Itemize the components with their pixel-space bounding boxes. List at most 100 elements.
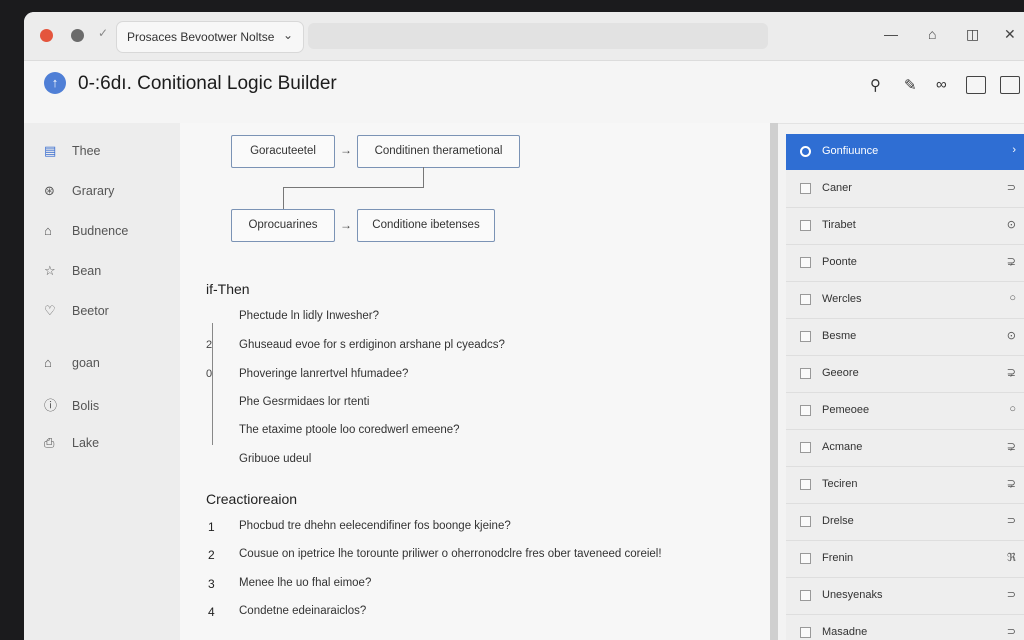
checkbox[interactable] — [800, 479, 811, 490]
item-action-icon[interactable]: ⊋ — [1007, 255, 1016, 268]
sidebar-item-lake[interactable]: ⎙ Lake — [44, 435, 99, 457]
creation-step[interactable]: Condetne edeinaraiclos? — [239, 605, 366, 617]
panel-item[interactable]: Masadne ⊃ — [786, 615, 1024, 640]
checkbox[interactable] — [800, 183, 811, 194]
edit-icon[interactable]: ✎ — [904, 76, 917, 94]
item-action-icon[interactable]: ⊙ — [1007, 218, 1016, 231]
panel-item[interactable]: Caner ⊃ — [786, 171, 1024, 208]
sidebar-item-bolis[interactable]: ⓘ Bolis — [44, 395, 99, 417]
nav-chevron-icon[interactable]: ✓ — [98, 26, 108, 40]
radio-icon — [800, 146, 811, 157]
link-icon[interactable]: ∞ — [936, 76, 947, 93]
panel-item[interactable]: Unesyenaks ⊃ — [786, 578, 1024, 615]
panel-item[interactable]: Teciren ⊋ — [786, 467, 1024, 504]
panel-item-label: Besme — [822, 330, 857, 342]
checkbox[interactable] — [800, 257, 811, 268]
item-action-icon[interactable]: ⊋ — [1007, 440, 1016, 453]
close-icon[interactable]: ✕ — [1004, 26, 1016, 43]
chevron-down-icon[interactable]: ⌄ — [283, 28, 293, 42]
panel-item[interactable]: Pemeoee ○ — [786, 393, 1024, 430]
panel-item[interactable]: Wercles ○ — [786, 282, 1024, 319]
panel-item[interactable]: Besme ⊙ — [786, 319, 1024, 356]
checkbox[interactable] — [800, 442, 811, 453]
sidebar-item-label: Budnence — [72, 224, 129, 238]
bookmark-icon: ▤ — [44, 143, 57, 158]
checkbox[interactable] — [800, 627, 811, 638]
if-then-step[interactable]: The etaxime ptoole loo coredwerl emeene? — [239, 424, 460, 436]
panel-item[interactable]: Frenin ℜ — [786, 541, 1024, 578]
minimize-icon[interactable]: — — [884, 26, 898, 42]
sidebar-item-budnence[interactable]: ⌂ Budnence — [44, 223, 128, 245]
panel-item-label: Teciren — [822, 478, 858, 490]
sidebar-item-label: Lake — [72, 436, 100, 450]
minimize-window-button[interactable] — [71, 29, 84, 42]
item-action-icon[interactable]: ○ — [1009, 292, 1016, 304]
main-content — [180, 123, 770, 640]
sidebar-item-bean[interactable]: ☆ Bean — [44, 263, 101, 285]
item-action-icon[interactable]: ○ — [1009, 403, 1016, 415]
section-title-if-then: if-Then — [206, 281, 250, 297]
sidebar-item-grarary[interactable]: ⊛ Grarary — [44, 183, 114, 205]
checkbox[interactable] — [800, 368, 811, 379]
flow-arrow: → — [340, 218, 352, 232]
checkbox[interactable] — [800, 590, 811, 601]
flow-node-process[interactable]: Oprocuarines — [231, 209, 335, 242]
creation-step[interactable]: Menee lhe uo fhal eimoe? — [239, 577, 371, 589]
sidebar-item-label: Bolis — [72, 399, 100, 413]
creation-step[interactable]: Cousue on ipetrice lhe torounte priliwer… — [239, 548, 662, 560]
flow-node-condition[interactable]: Conditinen therametional — [357, 135, 520, 168]
flow-connector — [423, 167, 424, 187]
sidebar-item-beetor[interactable]: ♡ Beetor — [44, 303, 109, 325]
if-then-step[interactable]: Phe Gesrmidaes lor rtenti — [239, 396, 369, 408]
sidebar: ▤ Thee ⊛ Grarary ⌂ Budnence ☆ Bean ♡ Beetor ⌂… — [24, 123, 180, 640]
browser-tab[interactable]: Prosaces Bevootwer Noltse ⌄ — [116, 21, 304, 53]
checkbox[interactable] — [800, 405, 811, 416]
item-action-icon[interactable]: ⊃ — [1007, 625, 1016, 638]
panel-item-gonfiuunce[interactable]: Gonfiuunce › — [786, 134, 1024, 170]
checkbox[interactable] — [800, 294, 811, 305]
item-action-icon[interactable]: ⊃ — [1007, 181, 1016, 194]
item-action-icon[interactable]: ⊃ — [1007, 588, 1016, 601]
if-then-step[interactable]: Phectude ln lidly Inwesher? — [239, 310, 379, 322]
close-window-button[interactable] — [40, 29, 53, 42]
collapse-icon[interactable] — [1000, 76, 1020, 94]
panel-item-label: Drelse — [822, 515, 854, 527]
panel-item[interactable]: Drelse ⊃ — [786, 504, 1024, 541]
panel-item[interactable]: Tirabet ⊙ — [786, 208, 1024, 245]
home-icon[interactable]: ⌂ — [928, 26, 936, 42]
step-guide-line — [212, 323, 213, 445]
if-then-step[interactable]: Phoveringe lanrertvel hfumadee? — [239, 368, 408, 380]
item-action-icon[interactable]: ⊙ — [1007, 329, 1016, 342]
address-bar[interactable] — [308, 23, 768, 49]
panel-resize-handle[interactable] — [770, 123, 778, 640]
checkbox[interactable] — [800, 553, 811, 564]
if-then-step[interactable]: Gribuoe udeul — [239, 453, 311, 465]
item-action-icon[interactable]: ⊋ — [1007, 477, 1016, 490]
flow-node-start[interactable]: Goracuteetel — [231, 135, 335, 168]
sidebar-item-goan[interactable]: ⌂ goan — [44, 355, 100, 377]
filter-icon[interactable]: ⚲ — [870, 76, 881, 94]
sidebar-item-thee[interactable]: ▤ Thee — [44, 143, 101, 165]
checkbox[interactable] — [800, 331, 811, 342]
item-action-icon[interactable]: ⊃ — [1007, 514, 1016, 527]
panel-icon[interactable] — [966, 76, 986, 94]
flow-node-result[interactable]: Conditione ibetenses — [357, 209, 495, 242]
sidebar-item-label: goan — [72, 356, 100, 370]
panel-item[interactable]: Geeore ⊋ — [786, 356, 1024, 393]
if-then-step[interactable]: Ghuseaud evoe for s erdiginon arshane pl… — [239, 339, 505, 351]
app-window: ✓ Prosaces Bevootwer Noltse ⌄ — ⌂ ◫ ✕ ↑ … — [24, 12, 1024, 640]
item-action-icon[interactable]: ⊋ — [1007, 366, 1016, 379]
sidebar-item-label: Bean — [72, 264, 102, 278]
page-title: 0-:6dı. Conitional Logic Builder — [78, 73, 337, 94]
checkbox[interactable] — [800, 516, 811, 527]
item-action-icon[interactable]: ℜ — [1007, 551, 1016, 564]
section-title-creation: Creactioreaion — [206, 491, 298, 507]
panel-item-label: Acmane — [822, 441, 863, 453]
checkbox[interactable] — [800, 220, 811, 231]
panel-item-label: Poonte — [822, 256, 857, 268]
flow-connector — [283, 187, 284, 209]
creation-step[interactable]: Phocbud tre dhehn eelecendifiner fos boo… — [239, 520, 511, 532]
restore-icon[interactable]: ◫ — [966, 26, 979, 43]
panel-item[interactable]: Acmane ⊋ — [786, 430, 1024, 467]
panel-item[interactable]: Poonte ⊋ — [786, 245, 1024, 282]
